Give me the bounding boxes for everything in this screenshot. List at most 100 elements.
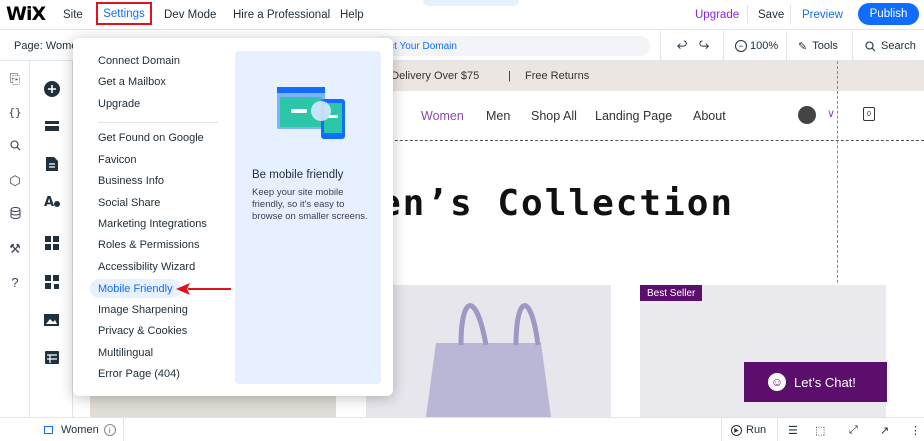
search-button[interactable]: Search [865, 31, 916, 61]
media-icon[interactable] [30, 314, 73, 326]
menu-item-error-page[interactable]: Error Page (404) [98, 365, 180, 383]
panel-description: Keep your site mobile friendly, so it's … [252, 187, 368, 222]
search-icon [865, 40, 876, 51]
divider [777, 418, 778, 441]
cart-icon[interactable]: 0 [863, 107, 875, 121]
menu-item-favicon[interactable]: Favicon [98, 151, 137, 169]
menu-item-accessibility-wizard[interactable]: Accessibility Wizard [98, 258, 195, 276]
divider [747, 5, 748, 24]
menu-item-get-mailbox[interactable]: Get a Mailbox [98, 73, 166, 91]
divider [721, 418, 722, 441]
menu-item-multilingual[interactable]: Multilingual [98, 344, 153, 362]
top-notch [423, 0, 519, 6]
menu-item-marketing-integrations[interactable]: Marketing Integrations [98, 215, 207, 233]
menu-item-upgrade[interactable]: Upgrade [98, 95, 140, 113]
menu-item-privacy-cookies[interactable]: Privacy & Cookies [98, 322, 187, 340]
chevron-down-icon[interactable]: ∨ [827, 107, 835, 120]
svg-text:A: A [44, 195, 54, 208]
zoom-out-icon: − [735, 40, 747, 52]
menu-divider [98, 122, 218, 123]
site-nav-women[interactable]: Women [421, 109, 464, 123]
database-icon[interactable] [0, 207, 30, 222]
play-icon: ▶ [731, 424, 742, 436]
settings-dropdown: Connect Domain Get a Mailbox Upgrade Get… [73, 38, 393, 396]
package-icon[interactable]: ⬡ [0, 173, 30, 189]
divider [123, 418, 124, 441]
add-panel-rail: A [30, 61, 73, 417]
divider [786, 31, 787, 61]
apps-icon[interactable] [30, 236, 73, 250]
divider [723, 31, 724, 61]
red-arrow-annotation [176, 283, 231, 295]
avatar[interactable] [798, 106, 816, 124]
smile-icon: ☺ [768, 373, 786, 391]
mobile-devices-illustration [277, 87, 345, 139]
more-options-icon[interactable]: ⋮ [910, 418, 921, 441]
redo-icon[interactable] [699, 31, 711, 61]
menu-hire-professional[interactable]: Hire a Professional [233, 0, 330, 30]
top-bar: WiX Site Settings Dev Mode Hire a Profes… [0, 0, 924, 30]
search-label: Search [881, 40, 916, 52]
zoom-control[interactable]: − 100% [735, 31, 778, 61]
add-elements-icon[interactable] [30, 81, 73, 97]
upgrade-link[interactable]: Upgrade [695, 0, 739, 30]
menu-item-social-share[interactable]: Social Share [98, 194, 160, 212]
preview-button[interactable]: Preview [802, 0, 843, 30]
menu-item-roles-permissions[interactable]: Roles & Permissions [98, 236, 199, 254]
divider [790, 5, 791, 24]
pages-menus-icon[interactable] [30, 157, 73, 171]
console-icon[interactable]: ☰ [788, 418, 798, 441]
menu-settings[interactable]: Settings [96, 2, 152, 25]
publish-button[interactable]: Publish [858, 3, 919, 25]
divider [852, 31, 853, 61]
menu-item-image-sharpening[interactable]: Image Sharpening [98, 301, 188, 319]
promo-delivery-text: e Delivery Over $75 [382, 70, 480, 82]
site-nav-about[interactable]: About [693, 109, 726, 123]
bottom-bar: Women i ▶ Run ☰ ⬚ ⤢ ↗ ⋮ [0, 417, 924, 441]
undo-icon[interactable] [676, 31, 688, 61]
menu-item-connect-domain[interactable]: Connect Domain [98, 52, 180, 70]
menu-item-get-found-google[interactable]: Get Found on Google [98, 129, 204, 147]
info-icon[interactable]: i [103, 424, 116, 436]
collection-heading[interactable]: en’s Collection [379, 183, 734, 224]
run-button[interactable]: ▶ Run [731, 418, 766, 441]
wrench-icon: ✎ [798, 40, 808, 53]
site-nav-men[interactable]: Men [486, 109, 510, 123]
code-icon[interactable]: {} [0, 106, 30, 119]
left-tool-rail: ⎘ {} ⬡ ⚒ ? [0, 61, 30, 417]
site-nav-landing-page[interactable]: Landing Page [595, 109, 672, 123]
business-apps-icon[interactable] [30, 275, 73, 289]
tools-label: Tools [812, 40, 838, 52]
cms-icon[interactable] [30, 351, 73, 364]
run-label: Run [746, 424, 767, 436]
promo-returns-text: Free Returns [525, 70, 590, 82]
pages-icon[interactable]: ⎘ [0, 71, 30, 87]
menu-dev-mode[interactable]: Dev Mode [164, 0, 216, 30]
tools-button[interactable]: ✎ Tools [798, 31, 838, 61]
inspect-icon[interactable]: ⬚ [815, 418, 825, 441]
menu-help[interactable]: Help [340, 0, 364, 30]
page-selector[interactable]: Page: Wome [14, 31, 77, 61]
chat-button[interactable]: ☺ Let’s Chat! [744, 362, 887, 402]
open-external-icon[interactable]: ↗ [880, 418, 889, 441]
developer-tools-icon[interactable]: ⚒ [0, 241, 30, 257]
feature-promo-panel: Be mobile friendly Keep your site mobile… [235, 51, 381, 384]
help-icon[interactable]: ? [0, 275, 30, 290]
page-indicator[interactable]: Women i [44, 418, 116, 441]
site-nav-shop-all[interactable]: Shop All [531, 109, 577, 123]
chat-label: Let’s Chat! [794, 374, 856, 390]
product-image[interactable] [366, 285, 611, 417]
wix-logo[interactable]: WiX [6, 3, 46, 25]
menu-item-mobile-friendly[interactable]: Mobile Friendly [90, 279, 181, 298]
menu-item-business-info[interactable]: Business Info [98, 172, 164, 190]
domain-url-field[interactable]: nect Your Domain [372, 36, 650, 56]
save-button[interactable]: Save [758, 0, 784, 30]
search-icon[interactable] [0, 139, 30, 154]
page-icon [44, 426, 53, 434]
page-name: Women [61, 424, 99, 436]
sections-icon[interactable] [30, 121, 73, 133]
theme-icon[interactable]: A [30, 194, 73, 208]
best-seller-badge: Best Seller [640, 285, 703, 301]
expand-icon[interactable]: ⤢ [849, 418, 858, 441]
menu-site[interactable]: Site [63, 0, 83, 30]
